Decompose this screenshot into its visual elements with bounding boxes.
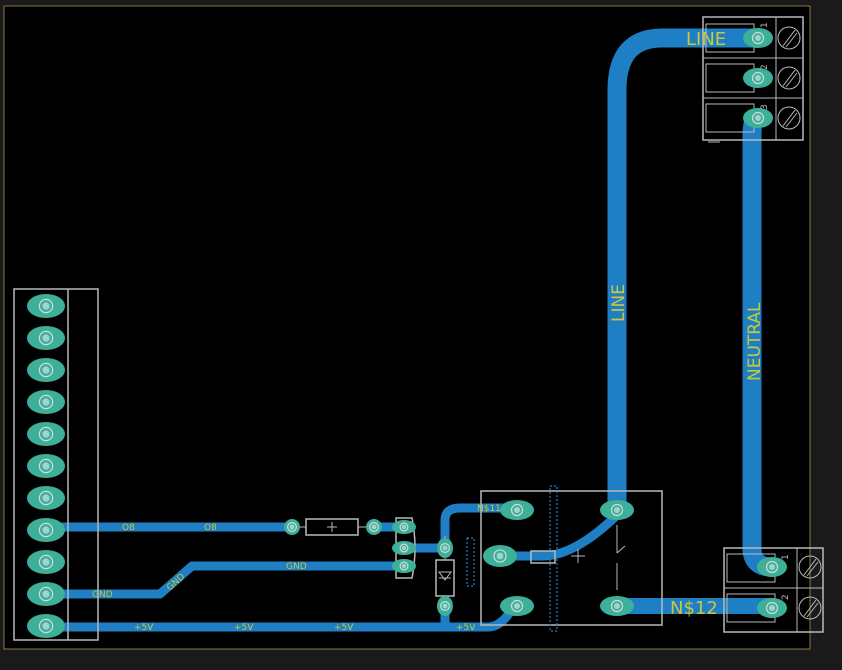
label-gnd-c: GND	[286, 562, 307, 572]
label-5v-c: +5V	[334, 623, 354, 633]
terminal-bottom-pad-2[interactable]	[757, 598, 787, 618]
header-pad-8[interactable]	[27, 518, 65, 542]
transistor-pad-2[interactable]	[392, 541, 416, 555]
label-o8-a: O8	[122, 523, 135, 533]
header-pad-4[interactable]	[27, 390, 65, 414]
header-pad-1[interactable]	[27, 294, 65, 318]
pin-number-bottom-1: 1	[781, 554, 791, 560]
header-pins	[27, 294, 65, 638]
header-pad-10[interactable]	[27, 582, 65, 606]
header-pad-2[interactable]	[27, 326, 65, 350]
relay-pad-line[interactable]	[600, 500, 634, 520]
terminal-top-pad-1[interactable]	[743, 28, 773, 48]
pin-number-top-3: 3	[760, 104, 770, 110]
label-gnd-a: GND	[92, 590, 113, 600]
pin-number-top-1: 1	[760, 22, 770, 28]
pin-number-bottom-2: 2	[781, 594, 791, 600]
header-pad-5[interactable]	[27, 422, 65, 446]
label-5v-a: +5V	[134, 623, 154, 633]
resistor-pad-1[interactable]	[284, 519, 300, 535]
label-5v-d: +5V	[456, 623, 476, 633]
label-n12: N$12	[670, 598, 718, 619]
label-n11: N$11	[477, 504, 501, 514]
label-line-top: LINE	[686, 29, 726, 50]
header-pad-6[interactable]	[27, 454, 65, 478]
header-pad-11[interactable]	[27, 614, 65, 638]
terminal-top-pad-2[interactable]	[743, 68, 773, 88]
relay-pad-coil[interactable]	[483, 545, 517, 567]
diode-pad-1[interactable]	[437, 538, 453, 558]
transistor-pad-1[interactable]	[392, 520, 416, 534]
header-pad-9[interactable]	[27, 550, 65, 574]
header-pad-3[interactable]	[27, 358, 65, 382]
label-neutral-vertical: NEUTRAL	[745, 302, 765, 381]
relay-pad-n11[interactable]	[500, 500, 534, 520]
header-pad-7[interactable]	[27, 486, 65, 510]
resistor-pad-2[interactable]	[366, 519, 382, 535]
label-o8-b: O8	[204, 523, 217, 533]
pcb-board: LINE LINE NEUTRAL N$12 N$11 O8 O8 GND GN…	[0, 0, 842, 670]
relay-pad-5v[interactable]	[500, 596, 534, 616]
pin-number-top-2: 2	[760, 64, 770, 70]
label-5v-b: +5V	[234, 623, 254, 633]
transistor-pad-3[interactable]	[392, 559, 416, 573]
label-line-vertical: LINE	[609, 284, 629, 322]
diode-pad-2[interactable]	[437, 596, 453, 616]
relay-pad-n12[interactable]	[600, 596, 634, 616]
terminal-top-pad-3[interactable]	[743, 108, 773, 128]
